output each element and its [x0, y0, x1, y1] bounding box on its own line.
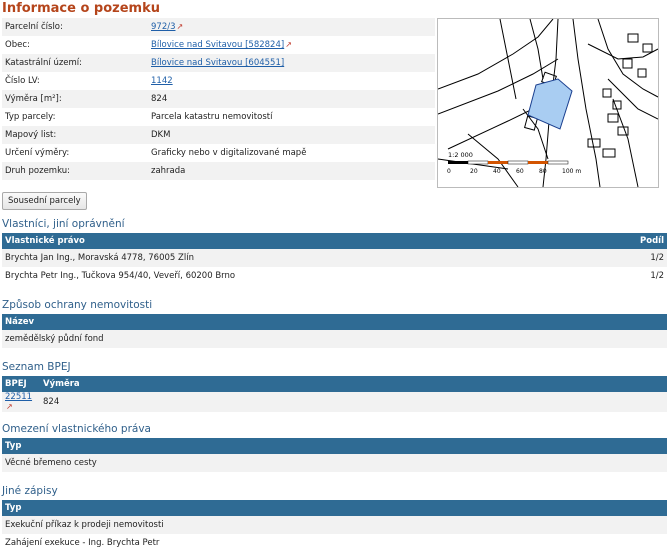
bpej-area: 824 — [40, 392, 667, 412]
bpej-table: BPEJ Výměra 22511↗ 824 — [2, 376, 667, 412]
info-value: Bílovice nad Svitavou [582824]↗ — [148, 36, 435, 54]
col-ownership-right: Vlastnické právo — [2, 233, 593, 249]
owners-table: Vlastnické právo Podíl Brychta Jan Ing.,… — [2, 233, 667, 285]
info-row: Typ parcely: Parcela katastru nemovitostí — [2, 108, 435, 126]
info-row: Druh pozemku: zahrada — [2, 162, 435, 180]
protection-section: Způsob ochrany nemovitosti Název zeměděl… — [2, 298, 667, 348]
table-row: 22511↗ 824 — [2, 392, 667, 412]
info-link[interactable]: Bílovice nad Svitavou [582824] — [151, 40, 284, 50]
owners-heading: Vlastníci, jiní oprávnění — [2, 218, 125, 230]
info-label: Určení výměry: — [5, 148, 70, 158]
other-records-heading: Jiné zápisy — [2, 485, 58, 497]
info-value: 1142 — [148, 72, 435, 90]
info-value: Bílovice nad Svitavou [604551] — [148, 54, 435, 72]
info-row: Katastrální území: Bílovice nad Svitavou … — [2, 54, 435, 72]
scale-tick-label: 60 — [516, 168, 524, 175]
owners-section: Vlastníci, jiní oprávnění Vlastnické prá… — [2, 217, 667, 285]
table-row: Zahájení exekuce - Ing. Brychta Petr — [2, 534, 667, 552]
bpej-code: 22511↗ — [2, 392, 40, 412]
owner-share: 1/2 — [650, 271, 664, 281]
restrictions-table: Typ Věcné břemeno cesty — [2, 438, 667, 472]
map-scale-bar: 1:2 000 0 20 40 60 80 100 m — [447, 151, 581, 175]
info-value: 972/3↗ — [148, 18, 435, 36]
col-name: Název — [2, 314, 667, 330]
col-type: Typ — [2, 500, 667, 516]
info-value: Graficky nebo v digitalizované mapě — [151, 148, 307, 158]
table-row: zemědělský půdní fond — [2, 330, 667, 348]
info-value: zahrada — [148, 162, 435, 180]
info-label: Obec: — [5, 40, 30, 50]
external-link-icon[interactable]: ↗ — [285, 41, 292, 49]
info-label: Parcelní číslo: — [2, 18, 148, 36]
info-label: Druh pozemku: — [2, 162, 148, 180]
cadastral-map-drawing: 1:2 000 0 20 40 60 80 100 m — [438, 19, 658, 187]
parcel-info-table: Parcelní číslo: 972/3↗ Obec: Bílovice nad S… — [2, 18, 435, 180]
info-row: Určení výměry: Graficky nebo v digitalizo… — [2, 144, 435, 162]
neighbor-parcels-button[interactable]: Sousední parcely — [2, 192, 87, 210]
scale-tick-label: 80 — [539, 168, 547, 175]
external-link-icon[interactable]: ↗ — [177, 23, 184, 31]
owner-share: 1/2 — [592, 249, 667, 267]
info-value: 824 — [148, 90, 435, 108]
info-link[interactable]: 972/3 — [151, 22, 176, 32]
col-type: Typ — [2, 438, 667, 454]
protection-name: zemědělský půdní fond — [2, 330, 667, 348]
info-label: Katastrální území: — [2, 54, 148, 72]
col-share: Podíl — [592, 233, 667, 249]
protection-table: Název zemědělský půdní fond — [2, 314, 667, 348]
scale-tick-label: 0 — [447, 168, 451, 175]
record-type: Exekuční příkaz k prodeji nemovitosti — [2, 516, 667, 534]
protection-heading: Způsob ochrany nemovitosti — [2, 299, 153, 311]
scale-tick-label: 20 — [470, 168, 478, 175]
info-link[interactable]: Bílovice nad Svitavou [604551] — [151, 58, 284, 68]
info-row: Obec: Bílovice nad Svitavou [582824]↗ — [2, 36, 435, 54]
parcel-map[interactable]: 1:2 000 0 20 40 60 80 100 m — [437, 18, 659, 188]
scale-tick-label: 40 — [493, 168, 501, 175]
record-type: Zahájení exekuce - Ing. Brychta Petr — [5, 538, 160, 548]
info-label: Typ parcely: — [5, 112, 56, 122]
table-row: Brychta Petr Ing., Tučkova 954/40, Veveř… — [2, 267, 667, 285]
scale-tick-label: 100 m — [562, 168, 581, 175]
other-records-section: Jiné zápisy Typ Exekuční příkaz k prodej… — [2, 484, 667, 552]
info-row: Číslo LV: 1142 — [2, 72, 435, 90]
bpej-link[interactable]: 22511 — [5, 392, 32, 402]
col-bpej: BPEJ — [2, 376, 40, 392]
info-link[interactable]: 1142 — [151, 76, 173, 86]
table-row: Brychta Jan Ing., Moravská 4778, 76005 Z… — [2, 249, 667, 267]
other-records-table: Typ Exekuční příkaz k prodeji nemovitost… — [2, 500, 667, 552]
table-row: Věcné břemeno cesty — [2, 454, 667, 472]
external-link-icon[interactable]: ↗ — [6, 403, 13, 411]
owner-name: Brychta Petr Ing., Tučkova 954/40, Veveř… — [5, 271, 236, 281]
owner-name: Brychta Jan Ing., Moravská 4778, 76005 Z… — [2, 249, 593, 267]
info-label: Výměra [m²]: — [2, 90, 148, 108]
info-row: Mapový list: DKM — [2, 126, 435, 144]
info-row: Výměra [m²]: 824 — [2, 90, 435, 108]
info-label: Číslo LV: — [5, 76, 40, 86]
selected-parcel — [527, 78, 573, 130]
info-value: DKM — [148, 126, 435, 144]
page-title: Informace o pozemku — [2, 1, 160, 16]
col-area: Výměra — [40, 376, 667, 392]
bpej-heading: Seznam BPEJ — [2, 361, 71, 373]
restriction-type: Věcné břemeno cesty — [2, 454, 667, 472]
restrictions-section: Omezení vlastnického práva Typ Věcné bře… — [2, 422, 667, 472]
info-label: Mapový list: — [2, 126, 148, 144]
info-row: Parcelní číslo: 972/3↗ — [2, 18, 435, 36]
info-value: Parcela katastru nemovitostí — [151, 112, 273, 122]
bpej-section: Seznam BPEJ BPEJ Výměra 22511↗ 824 — [2, 360, 667, 412]
restrictions-heading: Omezení vlastnického práva — [2, 423, 151, 435]
table-row: Exekuční příkaz k prodeji nemovitosti — [2, 516, 667, 534]
scale-label: 1:2 000 — [448, 151, 473, 159]
